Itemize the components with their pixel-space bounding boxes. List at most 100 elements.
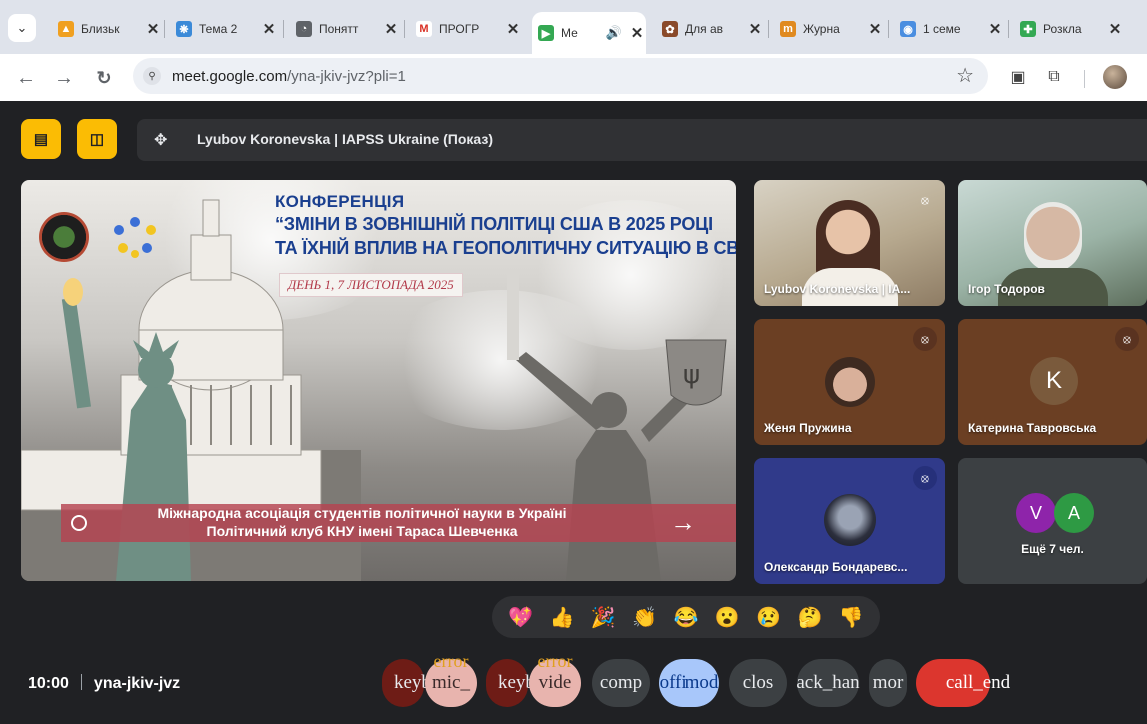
close-tab-icon[interactable]: ✕ bbox=[986, 20, 1004, 38]
crying-reaction[interactable]: 😢 bbox=[754, 605, 784, 630]
laughing-reaction[interactable]: 😂 bbox=[671, 605, 701, 630]
browser-tab[interactable]: m Журна ✕ bbox=[774, 14, 884, 44]
close-tab-icon[interactable]: ✕ bbox=[382, 20, 400, 38]
present-screen-button[interactable]: comp bbox=[592, 659, 650, 707]
close-tab-icon[interactable]: ✕ bbox=[144, 20, 162, 38]
participant-tile[interactable]: Ігор Тодоров bbox=[958, 180, 1147, 306]
participant-name: Ігор Тодоров bbox=[968, 282, 1045, 296]
club-logo bbox=[114, 217, 156, 258]
mic-off-icon: ⦻ bbox=[921, 192, 929, 207]
tab-label: Журна bbox=[803, 22, 840, 36]
back-arrow-icon[interactable]: ← bbox=[12, 64, 40, 92]
camera-toggle-button[interactable]: error vide bbox=[529, 651, 581, 707]
tab-favicon: ▲ bbox=[58, 21, 74, 37]
close-tab-icon[interactable]: ✕ bbox=[628, 24, 646, 42]
browser-tab[interactable]: ✚ Розкла ✕ bbox=[1014, 14, 1124, 44]
svg-text:ψ: ψ bbox=[683, 360, 700, 390]
browser-tab[interactable]: ◔ Понятт ✕ bbox=[290, 14, 400, 44]
meeting-code[interactable]: yna-jkiv-jvz bbox=[94, 675, 180, 692]
profile-avatar[interactable] bbox=[1103, 65, 1127, 89]
meeting-info: 10:00 yna-jkiv-jvz bbox=[28, 674, 180, 693]
close-tab-icon[interactable]: ✕ bbox=[1106, 20, 1124, 38]
presenter-label: Lyubov Koronevska | IAPSS Ukraine (Показ… bbox=[197, 131, 494, 147]
browser-tab-active[interactable]: ▶ Ме 🔊 ✕ bbox=[532, 12, 646, 54]
present-icon: ✥ bbox=[154, 132, 168, 149]
reload-icon[interactable]: ↻ bbox=[90, 64, 118, 92]
raise-hand-button[interactable]: ack_han bbox=[796, 659, 860, 707]
more-participants-tile[interactable]: V A Ещё 7 чел. bbox=[958, 458, 1147, 584]
site-info-icon[interactable]: ⚲ bbox=[143, 67, 161, 85]
more-options-button[interactable]: mor bbox=[869, 659, 907, 707]
sparkling-heart-reaction[interactable]: 💖 bbox=[506, 605, 536, 630]
tab-favicon: ✿ bbox=[662, 21, 678, 37]
puzzle-extensions-icon[interactable]: ⧉ bbox=[1043, 66, 1065, 88]
slide-title-line1: КОНФЕРЕНЦІЯ bbox=[275, 192, 405, 211]
globe-icon bbox=[71, 515, 87, 531]
participant-name: Катерина Тавровська bbox=[968, 421, 1097, 435]
extension-icon[interactable]: ▣ bbox=[1007, 66, 1029, 88]
tab-search-button[interactable]: ⌄ bbox=[8, 14, 36, 42]
hide-self-view-icon[interactable]: ▤ bbox=[21, 119, 61, 159]
tab-label: Близьк bbox=[81, 22, 120, 36]
url-text[interactable]: meet.google.com/yna-jkiv-jvz?pli=1 bbox=[172, 68, 406, 85]
participant-avatar: V bbox=[1016, 493, 1056, 533]
close-tab-icon[interactable]: ✕ bbox=[746, 20, 764, 38]
tab-strip: ⌄ ▲ Близьк ✕ ❋ Тема 2 ✕ ◔ Понятт ✕ M ПРО… bbox=[0, 0, 1147, 54]
close-tab-icon[interactable]: ✕ bbox=[504, 20, 522, 38]
more-participants-label: Ещё 7 чел. bbox=[1021, 542, 1084, 556]
offer-icon-label: offi bbox=[659, 672, 687, 693]
leave-call-button[interactable]: call_end bbox=[916, 659, 1010, 707]
close-tab-icon[interactable]: ✕ bbox=[260, 20, 278, 38]
tab-label: Для ав bbox=[685, 22, 724, 36]
banner-line1: Міжнародна асоціація студентів політично… bbox=[157, 505, 567, 521]
error-badge: error bbox=[537, 651, 573, 671]
mic-options-button[interactable]: keyb bbox=[382, 659, 431, 707]
surprised-reaction[interactable]: 😮 bbox=[712, 605, 742, 630]
close-tab-icon[interactable]: ✕ bbox=[866, 20, 884, 38]
hand-icon-label: ack_han bbox=[796, 672, 860, 693]
offer-button[interactable]: offi mod bbox=[659, 659, 719, 707]
browser-tab[interactable]: ❋ Тема 2 ✕ bbox=[170, 14, 278, 44]
slide-banner: Міжнародна асоціація студентів політично… bbox=[61, 504, 736, 542]
tab-label: Ме bbox=[561, 26, 578, 40]
bookmark-star-icon[interactable]: ☆ bbox=[956, 63, 974, 88]
address-bar-row: ← → ↻ ⚲ meet.google.com/yna-jkiv-jvz?pli… bbox=[0, 54, 1147, 101]
participant-tile[interactable]: K ⦻ Катерина Тавровська bbox=[958, 319, 1147, 445]
mic-toggle-button[interactable]: error mic_ bbox=[425, 651, 477, 707]
browser-tab[interactable]: ✿ Для ав ✕ bbox=[656, 14, 764, 44]
participant-initial: K bbox=[1030, 357, 1078, 405]
slide-title-line3: ТА ЇХНІЙ ВПЛИВ НА ГЕОПОЛІТИЧНУ СИТУАЦІЮ … bbox=[275, 238, 736, 258]
call-end-icon-label: call_end bbox=[945, 672, 1011, 693]
browser-tab[interactable]: M ПРОГР ✕ bbox=[410, 14, 522, 44]
meet-stage: ▤ ◫ ✥ Lyubov Koronevska | IAPSS Ukraine … bbox=[0, 101, 1147, 724]
omnibox[interactable]: ⚲ meet.google.com/yna-jkiv-jvz?pli=1 ☆ bbox=[133, 58, 988, 94]
thumbs-up-reaction[interactable]: 👍 bbox=[547, 605, 577, 630]
browser-chrome: ⌄ ▲ Близьк ✕ ❋ Тема 2 ✕ ◔ Понятт ✕ M ПРО… bbox=[0, 0, 1147, 101]
camera-options-button[interactable]: keyb bbox=[486, 659, 535, 707]
thumbs-down-reaction[interactable]: 👎 bbox=[836, 605, 866, 630]
presenter-bar: ✥ Lyubov Koronevska | IAPSS Ukraine (Пок… bbox=[137, 119, 1147, 161]
participant-avatar: A bbox=[1054, 493, 1094, 533]
tab-favicon: ◉ bbox=[900, 21, 916, 37]
browser-tab[interactable]: ◉ 1 семе ✕ bbox=[894, 14, 1004, 44]
slide-title-line2: “ЗМІНИ В ЗОВНІШНІЙ ПОЛІТИЦІ США В 2025 Р… bbox=[275, 214, 713, 234]
forward-arrow-icon[interactable]: → bbox=[50, 64, 78, 92]
captions-button[interactable]: clos bbox=[729, 659, 787, 707]
arrow-right-icon: → bbox=[670, 507, 696, 537]
thinking-reaction[interactable]: 🤔 bbox=[795, 605, 825, 630]
mood-icon-label: mod bbox=[684, 672, 719, 693]
video-icon-label: vide bbox=[538, 672, 572, 693]
url-host: meet.google.com bbox=[172, 68, 288, 85]
clapping-reaction[interactable]: 👏 bbox=[630, 605, 660, 630]
browser-tab[interactable]: ▲ Близьк ✕ bbox=[52, 14, 162, 44]
participant-tile[interactable]: ⦻ Lyubov Koronevska | IA... bbox=[754, 180, 945, 306]
mic-icon-label: mic_ bbox=[432, 672, 470, 693]
reactions-bar: 💖 👍 🎉 👏 😂 😮 😢 🤔 👎 bbox=[492, 596, 880, 638]
iapss-logo bbox=[39, 212, 89, 262]
party-popper-reaction[interactable]: 🎉 bbox=[588, 605, 618, 630]
participant-tile[interactable]: ⦻ Олександр Бондаревс... bbox=[754, 458, 945, 584]
participant-tile[interactable]: ⦻ Женя Пружина bbox=[754, 319, 945, 445]
side-panel-icon[interactable]: ◫ bbox=[77, 119, 117, 159]
participant-name: Женя Пружина bbox=[764, 421, 852, 435]
banner-line2: Політичний клуб КНУ імені Тараса Шевченк… bbox=[206, 523, 518, 539]
